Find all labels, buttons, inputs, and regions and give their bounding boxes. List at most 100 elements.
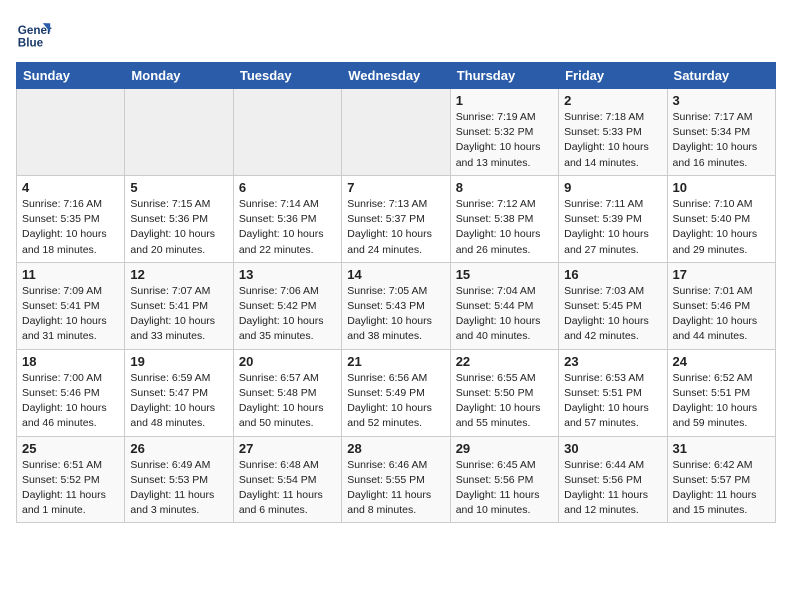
calendar-cell: 14Sunrise: 7:05 AM Sunset: 5:43 PM Dayli… <box>342 262 450 349</box>
weekday-header-friday: Friday <box>559 63 667 89</box>
calendar-cell: 16 Sunrise: 7:03 AM Sunset: 5:45 PM Dayli… <box>559 262 667 349</box>
day-info: Sunrise: 7:05 AM Sunset: 5:43 PM Dayligh… <box>347 284 444 345</box>
logo-icon: General Blue <box>16 16 52 52</box>
day-info: Sunrise: 7:06 AM Sunset: 5:42 PM Dayligh… <box>239 284 336 345</box>
calendar-cell: 7Sunrise: 7:13 AM Sunset: 5:37 PM Daylig… <box>342 175 450 262</box>
day-info: Sunrise: 6:59 AM Sunset: 5:47 PM Dayligh… <box>130 371 227 432</box>
calendar-cell: 9 Sunrise: 7:11 AM Sunset: 5:39 PM Daylig… <box>559 175 667 262</box>
day-number: 30 <box>564 441 661 456</box>
day-info: Sunrise: 7:11 AM Sunset: 5:39 PM Dayligh… <box>564 197 661 258</box>
day-number: 18 <box>22 354 119 369</box>
day-number: 15 <box>456 267 553 282</box>
day-number: 9 <box>564 180 661 195</box>
calendar-cell <box>233 89 341 176</box>
day-number: 16 <box>564 267 661 282</box>
weekday-header-tuesday: Tuesday <box>233 63 341 89</box>
day-info: Sunrise: 7:00 AM Sunset: 5:46 PM Dayligh… <box>22 371 119 432</box>
logo: General Blue <box>16 16 56 52</box>
calendar-cell: 26 Sunrise: 6:49 AM Sunset: 5:53 PM Dayli… <box>125 436 233 523</box>
calendar-cell: 15 Sunrise: 7:04 AM Sunset: 5:44 PM Dayli… <box>450 262 558 349</box>
calendar-cell: 3 Sunrise: 7:17 AM Sunset: 5:34 PM Daylig… <box>667 89 775 176</box>
header: General Blue <box>16 16 776 52</box>
weekday-header-saturday: Saturday <box>667 63 775 89</box>
day-info: Sunrise: 7:10 AM Sunset: 5:40 PM Dayligh… <box>673 197 770 258</box>
day-number: 28 <box>347 441 444 456</box>
day-info: Sunrise: 7:18 AM Sunset: 5:33 PM Dayligh… <box>564 110 661 171</box>
day-info: Sunrise: 6:53 AM Sunset: 5:51 PM Dayligh… <box>564 371 661 432</box>
day-number: 25 <box>22 441 119 456</box>
calendar-cell: 2 Sunrise: 7:18 AM Sunset: 5:33 PM Daylig… <box>559 89 667 176</box>
day-number: 21 <box>347 354 444 369</box>
weekday-header-monday: Monday <box>125 63 233 89</box>
calendar-cell: 29Sunrise: 6:45 AM Sunset: 5:56 PM Dayli… <box>450 436 558 523</box>
weekday-header-sunday: Sunday <box>17 63 125 89</box>
calendar-cell: 8Sunrise: 7:12 AM Sunset: 5:38 PM Daylig… <box>450 175 558 262</box>
calendar-week-row: 1Sunrise: 7:19 AM Sunset: 5:32 PM Daylig… <box>17 89 776 176</box>
calendar-cell: 25 Sunrise: 6:51 AM Sunset: 5:52 PM Dayli… <box>17 436 125 523</box>
day-info: Sunrise: 7:09 AM Sunset: 5:41 PM Dayligh… <box>22 284 119 345</box>
calendar-cell: 30 Sunrise: 6:44 AM Sunset: 5:56 PM Dayli… <box>559 436 667 523</box>
day-info: Sunrise: 6:45 AM Sunset: 5:56 PM Dayligh… <box>456 458 553 519</box>
svg-text:Blue: Blue <box>18 37 44 50</box>
day-info: Sunrise: 7:07 AM Sunset: 5:41 PM Dayligh… <box>130 284 227 345</box>
weekday-header-wednesday: Wednesday <box>342 63 450 89</box>
day-number: 10 <box>673 180 770 195</box>
calendar-week-row: 25 Sunrise: 6:51 AM Sunset: 5:52 PM Dayli… <box>17 436 776 523</box>
calendar-cell: 11 Sunrise: 7:09 AM Sunset: 5:41 PM Dayli… <box>17 262 125 349</box>
day-number: 13 <box>239 267 336 282</box>
day-info: Sunrise: 6:42 AM Sunset: 5:57 PM Dayligh… <box>673 458 770 519</box>
day-info: Sunrise: 7:14 AM Sunset: 5:36 PM Dayligh… <box>239 197 336 258</box>
calendar-cell: 27 Sunrise: 6:48 AM Sunset: 5:54 PM Dayli… <box>233 436 341 523</box>
day-number: 11 <box>22 267 119 282</box>
calendar-cell: 20 Sunrise: 6:57 AM Sunset: 5:48 PM Dayli… <box>233 349 341 436</box>
day-number: 19 <box>130 354 227 369</box>
day-info: Sunrise: 7:15 AM Sunset: 5:36 PM Dayligh… <box>130 197 227 258</box>
calendar-cell: 5 Sunrise: 7:15 AM Sunset: 5:36 PM Daylig… <box>125 175 233 262</box>
day-info: Sunrise: 6:44 AM Sunset: 5:56 PM Dayligh… <box>564 458 661 519</box>
day-number: 3 <box>673 93 770 108</box>
day-info: Sunrise: 6:57 AM Sunset: 5:48 PM Dayligh… <box>239 371 336 432</box>
day-info: Sunrise: 7:17 AM Sunset: 5:34 PM Dayligh… <box>673 110 770 171</box>
day-info: Sunrise: 6:56 AM Sunset: 5:49 PM Dayligh… <box>347 371 444 432</box>
day-number: 12 <box>130 267 227 282</box>
day-number: 4 <box>22 180 119 195</box>
day-info: Sunrise: 6:49 AM Sunset: 5:53 PM Dayligh… <box>130 458 227 519</box>
calendar-week-row: 18 Sunrise: 7:00 AM Sunset: 5:46 PM Dayli… <box>17 349 776 436</box>
calendar-cell: 6 Sunrise: 7:14 AM Sunset: 5:36 PM Daylig… <box>233 175 341 262</box>
calendar-cell: 28 Sunrise: 6:46 AM Sunset: 5:55 PM Dayli… <box>342 436 450 523</box>
day-number: 20 <box>239 354 336 369</box>
calendar-cell: 24Sunrise: 6:52 AM Sunset: 5:51 PM Dayli… <box>667 349 775 436</box>
day-number: 22 <box>456 354 553 369</box>
calendar-cell <box>342 89 450 176</box>
calendar-table: SundayMondayTuesdayWednesdayThursdayFrid… <box>16 62 776 523</box>
day-info: Sunrise: 6:46 AM Sunset: 5:55 PM Dayligh… <box>347 458 444 519</box>
calendar-cell <box>17 89 125 176</box>
day-number: 6 <box>239 180 336 195</box>
day-number: 5 <box>130 180 227 195</box>
calendar-cell: 23 Sunrise: 6:53 AM Sunset: 5:51 PM Dayli… <box>559 349 667 436</box>
day-info: Sunrise: 6:48 AM Sunset: 5:54 PM Dayligh… <box>239 458 336 519</box>
calendar-cell: 4 Sunrise: 7:16 AM Sunset: 5:35 PM Daylig… <box>17 175 125 262</box>
day-number: 17 <box>673 267 770 282</box>
day-number: 26 <box>130 441 227 456</box>
day-info: Sunrise: 7:04 AM Sunset: 5:44 PM Dayligh… <box>456 284 553 345</box>
day-info: Sunrise: 6:51 AM Sunset: 5:52 PM Dayligh… <box>22 458 119 519</box>
day-info: Sunrise: 7:13 AM Sunset: 5:37 PM Dayligh… <box>347 197 444 258</box>
calendar-week-row: 4 Sunrise: 7:16 AM Sunset: 5:35 PM Daylig… <box>17 175 776 262</box>
day-info: Sunrise: 7:16 AM Sunset: 5:35 PM Dayligh… <box>22 197 119 258</box>
calendar-cell: 1Sunrise: 7:19 AM Sunset: 5:32 PM Daylig… <box>450 89 558 176</box>
day-number: 23 <box>564 354 661 369</box>
calendar-cell <box>125 89 233 176</box>
day-number: 1 <box>456 93 553 108</box>
calendar-cell: 21 Sunrise: 6:56 AM Sunset: 5:49 PM Dayli… <box>342 349 450 436</box>
calendar-week-row: 11 Sunrise: 7:09 AM Sunset: 5:41 PM Dayli… <box>17 262 776 349</box>
weekday-header-thursday: Thursday <box>450 63 558 89</box>
weekday-header-row: SundayMondayTuesdayWednesdayThursdayFrid… <box>17 63 776 89</box>
day-number: 31 <box>673 441 770 456</box>
day-info: Sunrise: 7:01 AM Sunset: 5:46 PM Dayligh… <box>673 284 770 345</box>
day-number: 2 <box>564 93 661 108</box>
day-number: 27 <box>239 441 336 456</box>
calendar-cell: 17 Sunrise: 7:01 AM Sunset: 5:46 PM Dayli… <box>667 262 775 349</box>
calendar-cell: 12 Sunrise: 7:07 AM Sunset: 5:41 PM Dayli… <box>125 262 233 349</box>
day-info: Sunrise: 7:03 AM Sunset: 5:45 PM Dayligh… <box>564 284 661 345</box>
